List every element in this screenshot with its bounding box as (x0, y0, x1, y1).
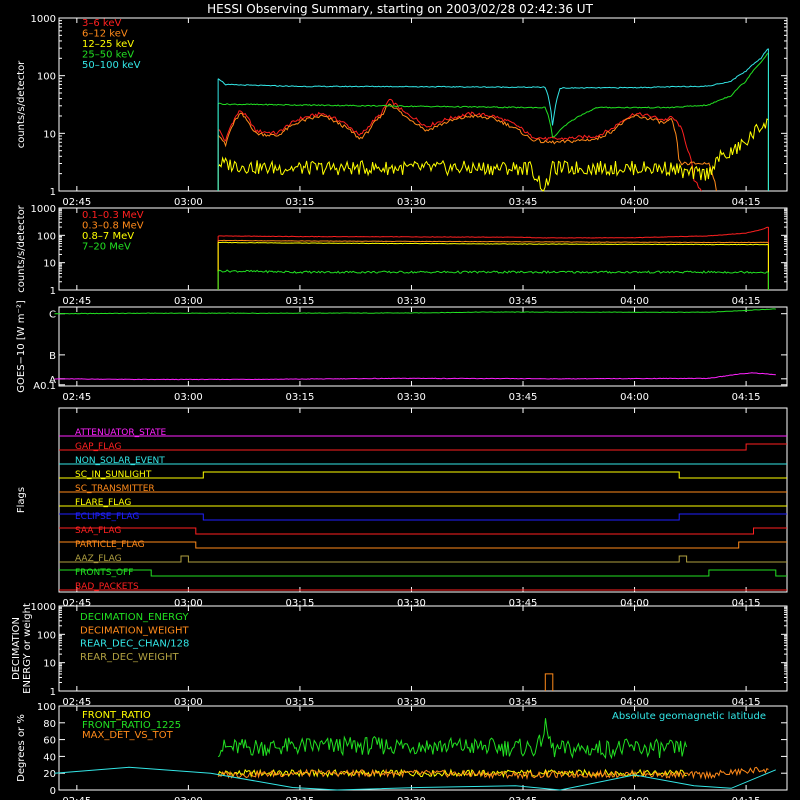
flag-label-7: SAA_FLAG (75, 526, 121, 536)
flag-label-1: GAP_FLAG (75, 442, 121, 452)
count-rates-legend-4: 50–100 keV (82, 60, 141, 71)
flag-label-2: NON_SOLAR_EVENT (75, 456, 165, 466)
goes-xtick-label: 03:45 (509, 392, 538, 403)
flag-label-10: FRONTS_OFF (75, 568, 133, 578)
decimation-ytick-label: 1000 (31, 602, 56, 613)
flag-label-11: BAD_PACKETS (75, 582, 139, 592)
goes-xtick-label: 03:15 (286, 392, 315, 403)
count-rates-ylabel: counts/s/detector (16, 60, 27, 148)
high-energy-legend-3: 7–20 MeV (82, 242, 131, 253)
count-rates-xtick-label: 04:00 (620, 197, 649, 208)
front-ratio-ytick-label: 100 (37, 702, 56, 713)
high-energy-xtick-label: 04:00 (620, 296, 649, 307)
decimation-ytick-label: 100 (37, 630, 56, 641)
front-ratio-xtick-label: 03:00 (174, 796, 203, 800)
goes-ylabel: GOES−10 [W m⁻²] (16, 300, 27, 393)
front-ratio-legend-2: MAX_DET_VS_TOT (82, 730, 174, 741)
front-ratio-xtick-label: 04:15 (732, 796, 761, 800)
front-ratio-xtick-label: 02:45 (62, 796, 91, 800)
front-ratio-ytick-label: 0 (50, 786, 56, 797)
high-energy-legend-2: 0.8–7 MeV (82, 231, 134, 242)
front-ratio-ytick-label: 60 (43, 736, 56, 747)
decimation-ytick-label: 10 (43, 659, 56, 670)
decimation-legend-1: DECIMATION_WEIGHT (80, 625, 189, 636)
front-ratio-xtick-label: 03:15 (286, 796, 315, 800)
flags-ylabel: Flags (16, 487, 27, 513)
high-energy-legend-0: 0.1–0.3 MeV (82, 210, 144, 221)
hessi-summary-figure: HESSI Observing Summary, starting on 200… (0, 0, 800, 800)
flag-label-4: SC_TRANSMITTER (75, 484, 155, 494)
high-energy-xtick-label: 03:00 (174, 296, 203, 307)
high-energy-xtick-label: 02:45 (62, 296, 91, 307)
high-energy-ytick-label: 10 (43, 259, 56, 270)
front-ratio-ylabel: Degrees or % (16, 714, 27, 782)
goes-xtick-label: 03:00 (174, 392, 203, 403)
high-energy-ylabel: counts/s/detector (16, 204, 27, 292)
decimation-legend-0: DECIMATION_ENERGY (80, 612, 189, 623)
high-energy-legend-1: 0.3–0.8 MeV (82, 221, 144, 232)
high-energy-xtick-label: 04:15 (732, 296, 761, 307)
count-rates-ytick-label: 10 (43, 129, 56, 140)
goes-xtick-label: 02:45 (62, 392, 91, 403)
front-ratio-annotation: Absolute geomagnetic latitude (612, 711, 766, 722)
goes-xtick-label: 04:00 (620, 392, 649, 403)
flag-label-8: PARTICLE_FLAG (75, 540, 145, 550)
count-rates-ytick-label: 1000 (31, 14, 56, 25)
front-ratio-ytick-label: 80 (43, 719, 56, 730)
flag-label-0: ATTENUATOR_STATE (75, 428, 167, 438)
count-rates-legend-0: 3–6 keV (82, 18, 121, 29)
front-ratio-xtick-label: 04:00 (620, 796, 649, 800)
high-energy-xtick-label: 03:45 (509, 296, 538, 307)
front-ratio-xtick-label: 03:45 (509, 796, 538, 800)
decimation-legend-3: REAR_DEC_WEIGHT (80, 652, 179, 663)
count-rates-xtick-label: 04:15 (732, 197, 761, 208)
count-rates-ytick-label: 100 (37, 72, 56, 83)
count-rates-xtick-label: 02:45 (62, 197, 91, 208)
goes-ytick-label: C (49, 310, 56, 321)
front-ratio-ytick-label: 20 (43, 769, 56, 780)
high-energy-ytick-label: 100 (37, 231, 56, 242)
front-ratio-xtick-label: 03:30 (397, 796, 426, 800)
count-rates-xtick-label: 03:45 (509, 197, 538, 208)
goes-ytick-label: A (49, 375, 56, 386)
flag-label-6: ECLIPSE_FLAG (75, 512, 139, 522)
goes-xtick-label: 03:30 (397, 392, 426, 403)
figure-title: HESSI Observing Summary, starting on 200… (207, 2, 593, 16)
decimation-ytick-label: 1 (50, 687, 56, 698)
decimation-legend-2: REAR_DEC_CHAN/128 (80, 639, 189, 650)
flag-label-3: SC_IN_SUNLIGHT (75, 470, 152, 480)
count-rates-legend-2: 12–25 keV (82, 39, 134, 50)
flag-label-5: FLARE_FLAG (75, 498, 131, 508)
front-ratio-ytick-label: 40 (43, 752, 56, 763)
high-energy-ytick-label: 1 (50, 286, 56, 297)
count-rates-legend-1: 6–12 keV (82, 29, 128, 40)
flag-label-9: AAZ_FLAG (75, 554, 122, 564)
count-rates-xtick-label: 03:00 (174, 197, 203, 208)
count-rates-legend-3: 25–50 keV (82, 50, 134, 61)
goes-ytick-label: B (49, 351, 56, 362)
high-energy-xtick-label: 03:15 (286, 296, 315, 307)
count-rates-xtick-label: 03:15 (286, 197, 315, 208)
count-rates-ytick-label: 1 (50, 187, 56, 198)
high-energy-ytick-label: 1000 (31, 204, 56, 215)
high-energy-xtick-label: 03:30 (397, 296, 426, 307)
count-rates-xtick-label: 03:30 (397, 197, 426, 208)
decimation-ylabel: ENERGY or weight (22, 603, 33, 694)
goes-xtick-label: 04:15 (732, 392, 761, 403)
decimation-ylabel: DECIMATION (11, 617, 22, 680)
